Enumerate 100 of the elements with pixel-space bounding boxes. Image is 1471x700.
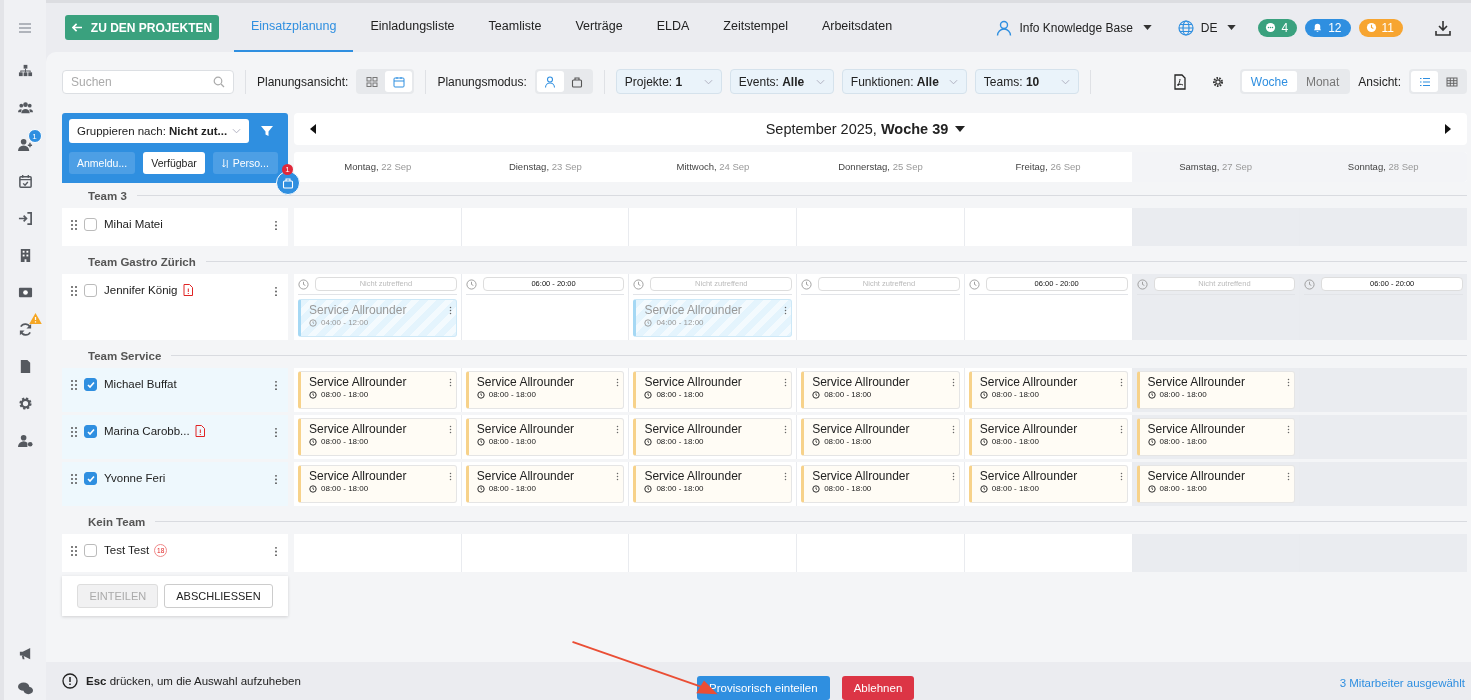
- drag-handle-icon[interactable]: [71, 427, 77, 437]
- filter-dropdown[interactable]: Teams: 10: [974, 69, 1079, 94]
- check-icon: [85, 473, 96, 484]
- user-settings-icon[interactable]: [17, 433, 33, 448]
- person-mode-button[interactable]: [536, 71, 564, 92]
- settings-icon[interactable]: [1211, 75, 1224, 88]
- drag-handle-icon[interactable]: [71, 380, 77, 390]
- shift-card[interactable]: Service Allrounder 08:00 - 18:00: [298, 465, 457, 503]
- users-icon[interactable]: [17, 100, 33, 115]
- shift-card[interactable]: Service Allrounder 08:00 - 18:00: [465, 418, 625, 456]
- week-picker[interactable]: September 2025, Woche 39: [765, 121, 966, 137]
- period-tab[interactable]: Woche: [1241, 71, 1297, 92]
- day-header: Freitag, 26 Sep: [1014, 160, 1082, 174]
- more-icon[interactable]: [274, 220, 278, 231]
- drag-handle-icon[interactable]: [71, 220, 77, 230]
- checkbox[interactable]: [84, 284, 97, 297]
- shift-card[interactable]: Service Allrounder 08:00 - 18:00: [465, 465, 625, 503]
- more-icon[interactable]: [274, 474, 278, 485]
- nav-tab[interactable]: ELDA: [639, 3, 707, 52]
- employee-name: Jennifer König: [104, 284, 178, 296]
- chat-icon[interactable]: [17, 681, 33, 696]
- footer-button[interactable]: Ablehnen: [841, 676, 915, 700]
- more-icon[interactable]: [274, 427, 278, 438]
- pdf-icon[interactable]: [1171, 73, 1188, 90]
- shift-card[interactable]: Service Allrounder 08:00 - 18:00: [968, 418, 1128, 456]
- clock-icon: [968, 278, 980, 290]
- shift-card[interactable]: Service Allrounder 08:00 - 18:00: [968, 371, 1128, 409]
- action-button[interactable]: ABSCHLIESSEN: [164, 584, 273, 608]
- shift-card[interactable]: Service Allrounder 08:00 - 18:00: [298, 418, 457, 456]
- job-button[interactable]: [276, 171, 300, 195]
- next-week-icon[interactable]: [1445, 124, 1451, 134]
- shift-card[interactable]: Service Allrounder 08:00 - 18:00: [968, 465, 1128, 503]
- table-icon: [1445, 75, 1458, 88]
- filter-chip[interactable]: Verfügbar: [143, 152, 205, 174]
- nav-tab[interactable]: Einladungsliste: [353, 3, 472, 52]
- check-icon: [85, 426, 96, 437]
- clock-icon: [979, 484, 988, 493]
- shift-card[interactable]: Service Allrounder 08:00 - 18:00: [1136, 465, 1296, 503]
- filter-dropdown[interactable]: Funktionen: Alle: [841, 69, 967, 94]
- clock-icon: [476, 484, 485, 493]
- list-view-button[interactable]: [1411, 71, 1438, 92]
- arrow-left-icon: [71, 23, 83, 32]
- search-field[interactable]: Suchen: [62, 69, 234, 94]
- shift-card[interactable]: Service Allrounder 08:00 - 18:00: [1136, 418, 1296, 456]
- filter-icon[interactable]: [261, 125, 273, 137]
- megaphone-icon[interactable]: [17, 646, 33, 661]
- language-menu[interactable]: DE: [1177, 19, 1237, 36]
- clock-icon: [476, 390, 485, 399]
- info-icon: [62, 673, 78, 689]
- notification-badge: 1: [282, 164, 293, 175]
- checkbox[interactable]: [84, 425, 97, 438]
- nav-tab[interactable]: Verträge: [558, 3, 640, 52]
- drag-handle-icon[interactable]: [71, 474, 77, 484]
- checkbox[interactable]: [84, 218, 97, 231]
- checkbox[interactable]: [84, 472, 97, 485]
- previous-week-icon[interactable]: [310, 124, 316, 134]
- user-menu[interactable]: Info Knowledge Base: [996, 19, 1152, 36]
- group-heading: Kein Team: [88, 515, 146, 528]
- bell-icon: [1312, 22, 1324, 33]
- clock-icon: [309, 484, 317, 493]
- shift-card[interactable]: Service Allrounder 08:00 - 18:00: [633, 418, 793, 456]
- clock-icon: [644, 437, 653, 446]
- shift-card[interactable]: Service Allrounder 08:00 - 18:00: [633, 465, 793, 503]
- checkbox[interactable]: [84, 544, 97, 557]
- shift-card[interactable]: Service Allrounder 08:00 - 18:00: [801, 371, 960, 409]
- hierarchy-icon[interactable]: [17, 63, 33, 78]
- download-icon[interactable]: [1435, 19, 1451, 36]
- shift-card[interactable]: Service Allrounder 08:00 - 18:00: [1136, 371, 1296, 409]
- sync-icon[interactable]: [17, 322, 33, 337]
- shift-card[interactable]: Service Allrounder 08:00 - 18:00: [801, 418, 960, 456]
- chevron-down-icon: [815, 78, 825, 85]
- drag-handle-icon[interactable]: [71, 546, 77, 556]
- checkbox[interactable]: [84, 378, 97, 391]
- more-icon[interactable]: [274, 546, 278, 557]
- period-tab[interactable]: Monat: [1296, 71, 1349, 92]
- shift-card[interactable]: Service Allrounder 08:00 - 18:00: [298, 371, 457, 409]
- money-icon[interactable]: [17, 285, 33, 300]
- employee-name: Marina Carobb...: [104, 425, 190, 437]
- filter-dropdown[interactable]: Projekte: 1: [615, 69, 722, 94]
- nav-tab[interactable]: Teamliste: [471, 3, 559, 52]
- sort-icon: [221, 158, 229, 168]
- group-heading: Team Service: [88, 349, 162, 362]
- add-user-icon[interactable]: [17, 137, 33, 152]
- more-icon[interactable]: [274, 380, 278, 391]
- more-icon[interactable]: [274, 286, 278, 297]
- sign-in-icon[interactable]: [17, 211, 33, 226]
- group-by-dropdown[interactable]: Gruppieren nach: Nicht zut...: [69, 119, 249, 143]
- nav-tab[interactable]: Arbeitsdaten: [804, 3, 910, 52]
- calendar-check-icon[interactable]: [17, 174, 33, 189]
- shift-card[interactable]: Service Allrounder 08:00 - 18:00: [633, 371, 793, 409]
- nav-tab[interactable]: Zeitstempel: [706, 3, 805, 52]
- drag-handle-icon[interactable]: [71, 286, 77, 296]
- shift-card[interactable]: Service Allrounder 08:00 - 18:00: [465, 371, 625, 409]
- shift-card[interactable]: Service Allrounder 08:00 - 18:00: [801, 465, 960, 503]
- day-header: Donnerstag, 25 Sep: [837, 160, 924, 174]
- filter-dropdown[interactable]: Events: Alle: [729, 69, 834, 94]
- settings-icon[interactable]: [17, 396, 33, 411]
- briefcase-icon: [571, 75, 584, 88]
- clock-icon: [1147, 484, 1156, 493]
- clock-icon: [476, 437, 485, 446]
